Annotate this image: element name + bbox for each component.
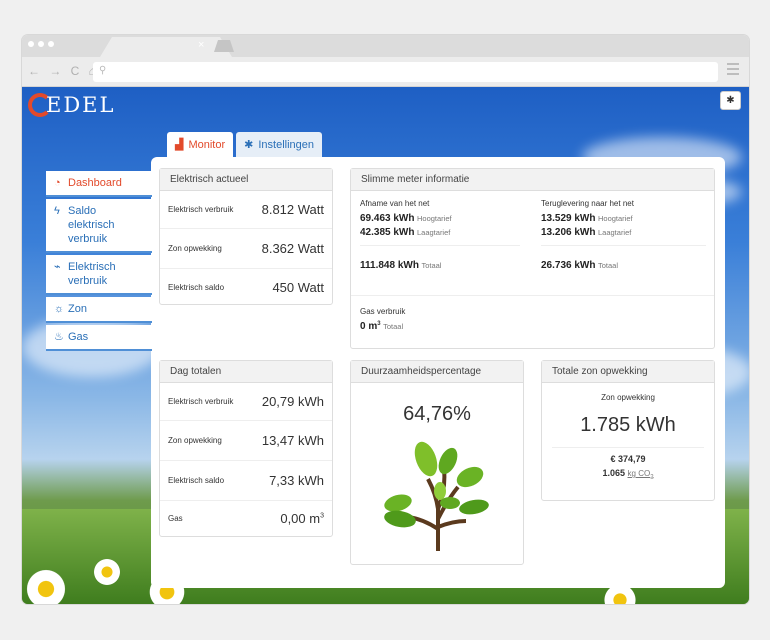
cedel-logo[interactable]: EDEL <box>28 93 115 117</box>
panel-duurzaamheid: Duurzaamheidspercentage 64,76% <box>350 360 524 565</box>
panel-title: Totale zon opwekking <box>542 361 714 383</box>
close-tab-icon[interactable]: × <box>198 39 204 51</box>
table-row: Elektrisch saldo 450 Watt <box>168 279 324 295</box>
main-tabs: ▟ Monitor ✱ Instellingen <box>167 132 323 158</box>
tab-monitor[interactable]: ▟ Monitor <box>167 132 234 158</box>
sidebar-item-zon[interactable]: ☼ Zon <box>46 297 152 323</box>
sidebar-item-gas[interactable]: ♨ Gas <box>46 325 152 351</box>
chart-icon: ▟ <box>175 139 184 151</box>
panel-zon-opwekking: Totale zon opwekking Zon opwekking 1.785… <box>541 360 715 501</box>
table-row: Elektrisch verbruik 8.812 Watt <box>160 191 332 229</box>
co2-value: 1.065 kg CO2 <box>602 468 654 481</box>
panel-title: Elektrisch actueel <box>160 169 332 191</box>
sidebar-menu: ◔ Dashboard ϟ Saldo elektrisch verbruik … <box>46 171 152 353</box>
zon-value: 1.785 kWh <box>580 414 676 436</box>
browser-toolbar: ← → C ⌂ ⚲ <box>22 57 749 87</box>
dashboard-icon: ◔ <box>54 177 61 189</box>
browser-tabbar: × <box>22 35 749 57</box>
browser-window: × ← → C ⌂ ⚲ EDEL ✱ ▟ Monitor ✱ Instellin… <box>22 35 749 604</box>
plug-icon: ⌁ <box>54 261 61 273</box>
panel-title: Duurzaamheidspercentage <box>351 361 523 383</box>
tree-icon <box>384 441 489 551</box>
content-area: Elektrisch actueel Elektrisch verbruik 8.… <box>151 157 725 588</box>
table-row: Elektrisch saldo 7,33 kWh <box>160 461 332 501</box>
nav-buttons[interactable]: ← → C ⌂ <box>28 64 99 78</box>
table-row: Zon opwekking 8.362 Watt <box>160 229 332 269</box>
euro-value: € 374,79 <box>610 454 646 464</box>
address-bar[interactable]: ⚲ <box>93 62 718 82</box>
settings-button[interactable]: ✱ <box>720 91 741 110</box>
panel-elektrisch-actueel: Elektrisch actueel Elektrisch verbruik 8.… <box>159 168 333 305</box>
teruglevering-column: Teruglevering naar het net 13.529 kWh Ho… <box>541 199 706 274</box>
panel-dag-totalen: Dag totalen Elektrisch verbruik 20,79 kWh… <box>159 360 333 537</box>
panel-slimme-meter: Slimme meter informatie Afname van het n… <box>350 168 715 349</box>
sidebar-item-saldo[interactable]: ϟ Saldo elektrisch verbruik <box>46 199 152 253</box>
gear-icon: ✱ <box>244 139 254 151</box>
tab-instellingen[interactable]: ✱ Instellingen <box>236 132 323 158</box>
afname-column: Afname van het net 69.463 kWh Hoogtarief… <box>360 199 520 274</box>
table-row: Zon opwekking 13,47 kWh <box>160 421 332 461</box>
zon-label: Zon opwekking <box>601 393 655 402</box>
menu-icon[interactable] <box>727 63 739 78</box>
flame-icon: ♨ <box>54 331 64 343</box>
browser-tab[interactable] <box>100 37 232 57</box>
search-icon: ⚲ <box>99 65 107 76</box>
panel-title: Dag totalen <box>160 361 332 383</box>
duurzaamheid-value: 64,76% <box>403 403 471 425</box>
bolt-icon: ϟ <box>54 205 60 217</box>
table-row: Gas 0,00 m3 <box>168 511 324 526</box>
page-viewport: EDEL ✱ ▟ Monitor ✱ Instellingen Elektris… <box>22 87 749 604</box>
window-controls[interactable] <box>28 41 54 47</box>
gas-verbruik: Gas verbruik 0 m3 Totaal <box>360 307 406 332</box>
gear-icon: ✱ <box>726 95 735 106</box>
sidebar-item-elektrisch[interactable]: ⌁ Elektrisch verbruik <box>46 255 152 295</box>
table-row: Elektrisch verbruik 20,79 kWh <box>160 383 332 421</box>
sun-icon: ☼ <box>54 303 65 315</box>
sidebar-item-dashboard[interactable]: ◔ Dashboard <box>46 171 152 197</box>
panel-title: Slimme meter informatie <box>351 169 714 191</box>
